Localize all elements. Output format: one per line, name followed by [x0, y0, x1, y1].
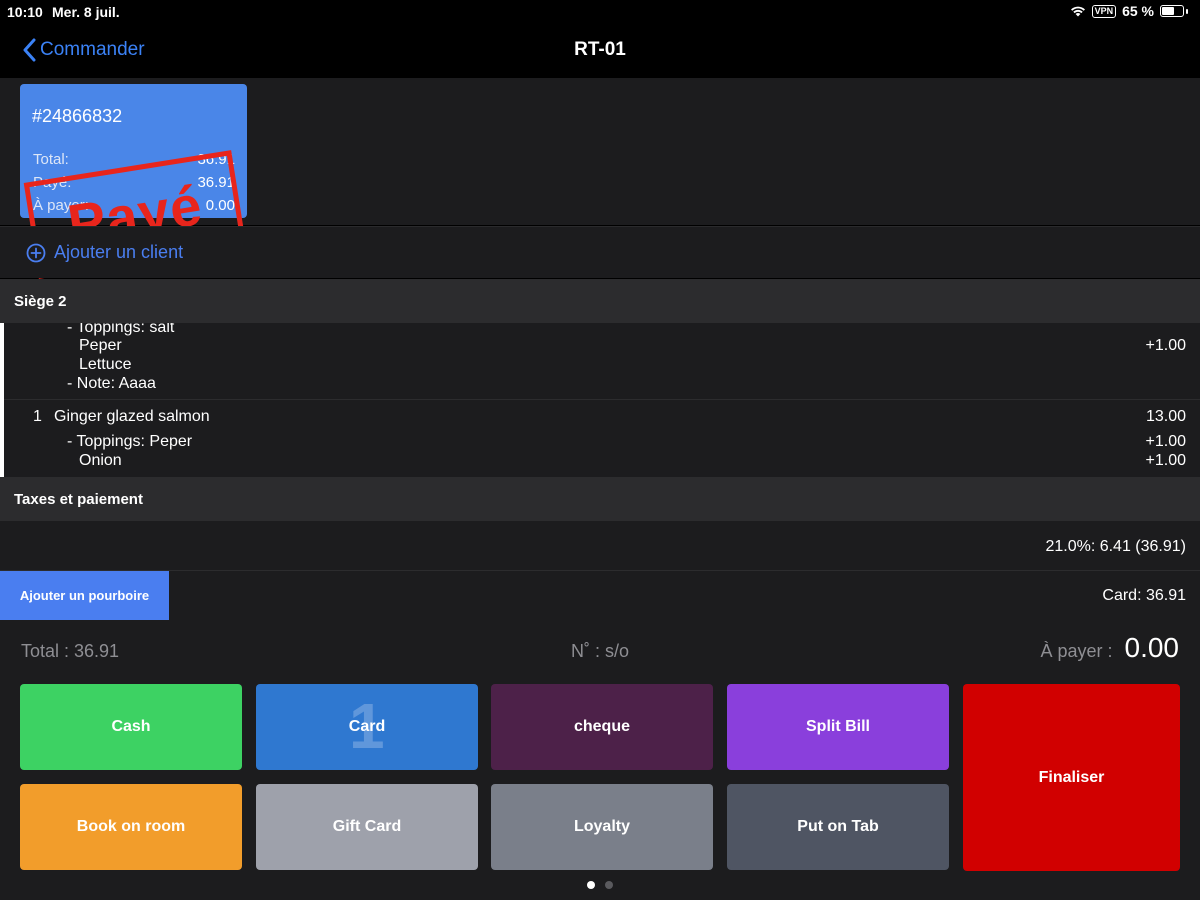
page-dot[interactable]: [605, 881, 613, 889]
page-title: RT-01: [574, 39, 626, 60]
page-dot[interactable]: [587, 881, 595, 889]
summary-due-value: 0.00: [1124, 632, 1180, 663]
status-time: 10:10: [7, 4, 43, 20]
item-topping: Peper: [79, 337, 122, 354]
add-client-label: Ajouter un client: [54, 242, 184, 262]
plus-circle-icon: [26, 243, 46, 262]
battery-percent: 65 %: [1122, 3, 1154, 19]
vpn-badge: VPN: [1091, 4, 1117, 18]
put-on-tab-button[interactable]: Put on Tab: [727, 784, 949, 870]
cash-button[interactable]: Cash: [20, 684, 242, 770]
item-topping: Onion: [79, 452, 122, 469]
item-name: Ginger glazed salmon: [54, 408, 210, 425]
item-quantity: 1: [33, 408, 42, 425]
summary-number: N˚ : s/o: [570, 641, 629, 661]
cheque-button[interactable]: cheque: [491, 684, 713, 770]
battery-icon: [1160, 5, 1184, 17]
seat-header: Siège 2: [0, 279, 1200, 323]
gift-card-button[interactable]: Gift Card: [256, 784, 478, 870]
nav-bar: Commander RT-01: [0, 24, 1200, 78]
summary-due-label: À payer :: [1040, 641, 1113, 661]
item-topping: Lettuce: [79, 356, 132, 373]
status-bar: 10:10 Mer. 8 juil. VPN 65 %: [0, 0, 1200, 24]
status-indicators: VPN 65 %: [1070, 3, 1188, 19]
tax-divider: [0, 570, 1200, 571]
item-topping-line: - Toppings: Peper: [67, 433, 193, 450]
item-topping-price: +1.00: [1145, 337, 1186, 354]
card-button-label: Card: [348, 718, 386, 735]
book-on-room-button[interactable]: Book on room: [20, 784, 242, 870]
add-client-row: Ajouter un client: [0, 226, 1200, 278]
order-items: - Toppings: salt Peper +1.00 Lettuce - N…: [0, 323, 1200, 477]
wifi-icon: [1070, 6, 1085, 17]
order-id: #24866832: [32, 106, 123, 126]
payment-panel: Total : 36.91 N˚ : s/o À payer : 0.00 Ca…: [0, 620, 1200, 900]
card-button[interactable]: 1 Card: [256, 684, 478, 770]
status-date: Mer. 8 juil.: [52, 4, 120, 20]
payment-line: Card: 36.91: [1102, 587, 1186, 604]
summary-due: À payer : 0.00: [1040, 632, 1179, 664]
add-client-button[interactable]: Ajouter un client: [26, 242, 183, 263]
split-bill-button[interactable]: Split Bill: [727, 684, 949, 770]
tax-header: Taxes et paiement: [0, 477, 1200, 521]
item-note: - Note: Aaaa: [67, 375, 156, 392]
item-topping-line: - Toppings: salt: [67, 323, 175, 336]
tax-payment-area: 21.0%: 6.41 (36.91) Ajouter un pourboire…: [0, 521, 1200, 620]
order-total-label: Total:: [33, 151, 69, 168]
add-tip-button[interactable]: Ajouter un pourboire: [0, 571, 169, 620]
row-divider: [4, 399, 1200, 400]
order-area: #24866832 Total: 36.91 Payé: 36.91 À pay…: [0, 78, 1200, 279]
item-topping-price: +1.00: [1145, 452, 1186, 469]
battery-fill: [1162, 7, 1175, 15]
battery-tip: [1186, 8, 1188, 14]
item-topping-price: +1.00: [1145, 433, 1186, 450]
tax-line: 21.0%: 6.41 (36.91): [1045, 538, 1186, 555]
page-indicator[interactable]: [0, 881, 1200, 889]
item-price: 13.00: [1145, 408, 1186, 425]
finalize-button[interactable]: Finaliser: [963, 684, 1180, 871]
items-accent-bar: [0, 323, 4, 477]
loyalty-button[interactable]: Loyalty: [491, 784, 713, 870]
